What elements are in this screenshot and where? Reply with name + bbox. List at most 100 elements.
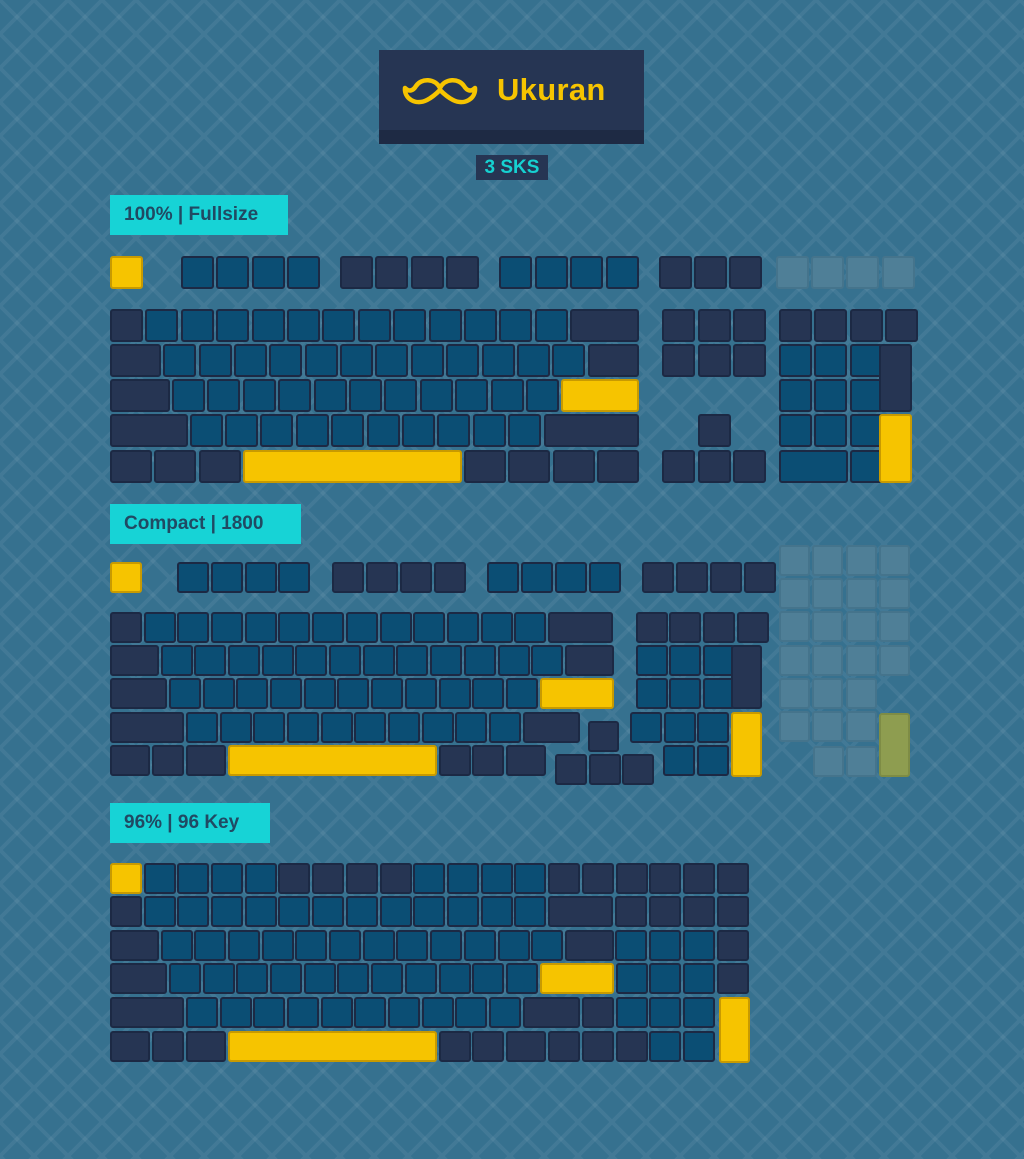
keycap [779, 678, 810, 709]
keycap [498, 645, 530, 676]
keycap [439, 963, 471, 994]
keycap [411, 344, 444, 377]
keycap [481, 863, 513, 894]
keycap [589, 754, 621, 785]
keycap [683, 997, 715, 1028]
keycap [203, 678, 235, 709]
keycap [582, 1031, 614, 1062]
keycap [683, 896, 715, 927]
keycap [565, 645, 614, 676]
keycap [481, 612, 513, 643]
keycap [429, 309, 462, 342]
keycap [589, 562, 621, 593]
keycap [371, 678, 403, 709]
keycap [430, 645, 462, 676]
keycap [649, 997, 681, 1028]
keycap [514, 896, 546, 927]
keycap [110, 562, 142, 593]
keycap [616, 863, 648, 894]
keycap [846, 746, 877, 777]
keycap [253, 712, 285, 743]
keycap [642, 562, 674, 593]
keycap [779, 611, 810, 642]
keycap [812, 678, 843, 709]
keycap [540, 678, 614, 709]
keycap [329, 645, 361, 676]
keycap [296, 414, 329, 447]
keycap [523, 712, 580, 743]
keycap [154, 450, 196, 483]
keycap [472, 1031, 504, 1062]
keycap [172, 379, 205, 412]
keycap [879, 414, 912, 483]
keycap [846, 545, 877, 576]
keycap [439, 745, 471, 776]
keycap [481, 896, 513, 927]
keycap [110, 745, 150, 776]
keycap [697, 712, 729, 743]
keycap [514, 863, 546, 894]
keycap [186, 997, 218, 1028]
keycap [694, 256, 727, 289]
keycap [565, 930, 614, 961]
keycap [729, 256, 762, 289]
keycap [253, 997, 285, 1028]
keycap [413, 863, 445, 894]
keycap [245, 562, 277, 593]
keycap [270, 963, 302, 994]
keycap [649, 930, 681, 961]
keycap [717, 896, 749, 927]
keycap [710, 562, 742, 593]
keycap [243, 379, 276, 412]
keycap [287, 256, 320, 289]
keycap [616, 1031, 648, 1062]
keycap [649, 863, 681, 894]
keycap [491, 379, 524, 412]
keycap [570, 256, 603, 289]
keycap [312, 863, 344, 894]
keycap [340, 256, 373, 289]
keycap [482, 344, 515, 377]
keycap [814, 414, 847, 447]
keycap [597, 450, 639, 483]
keycap [548, 612, 613, 643]
keycap [812, 578, 843, 609]
keycap [331, 414, 364, 447]
keycap [245, 863, 277, 894]
keycap [553, 450, 595, 483]
keycap [472, 745, 504, 776]
keycap [455, 379, 488, 412]
keycap [662, 344, 695, 377]
keycap [363, 645, 395, 676]
keycap [371, 963, 403, 994]
keycap [882, 256, 915, 289]
keycap [363, 930, 395, 961]
keycap [737, 612, 769, 643]
keycap [346, 612, 378, 643]
keycap [812, 611, 843, 642]
keycap [110, 712, 184, 743]
keycap [582, 997, 614, 1028]
keycap [698, 414, 731, 447]
keycap [228, 645, 260, 676]
keycap [548, 896, 613, 927]
keycap [228, 745, 437, 776]
keycap [616, 963, 648, 994]
keycap [464, 450, 506, 483]
keycap [220, 997, 252, 1028]
keycap [278, 863, 310, 894]
keycap [211, 562, 243, 593]
keycap [779, 309, 812, 342]
keycap [733, 450, 766, 483]
keycap [744, 562, 776, 593]
keycap [879, 545, 910, 576]
keycap [879, 611, 910, 642]
keycap [278, 896, 310, 927]
keycap [110, 963, 167, 994]
keycap [531, 645, 563, 676]
keycap [649, 1031, 681, 1062]
keycap [177, 562, 209, 593]
keycap [472, 678, 504, 709]
keycap [812, 645, 843, 676]
keycap [380, 896, 412, 927]
